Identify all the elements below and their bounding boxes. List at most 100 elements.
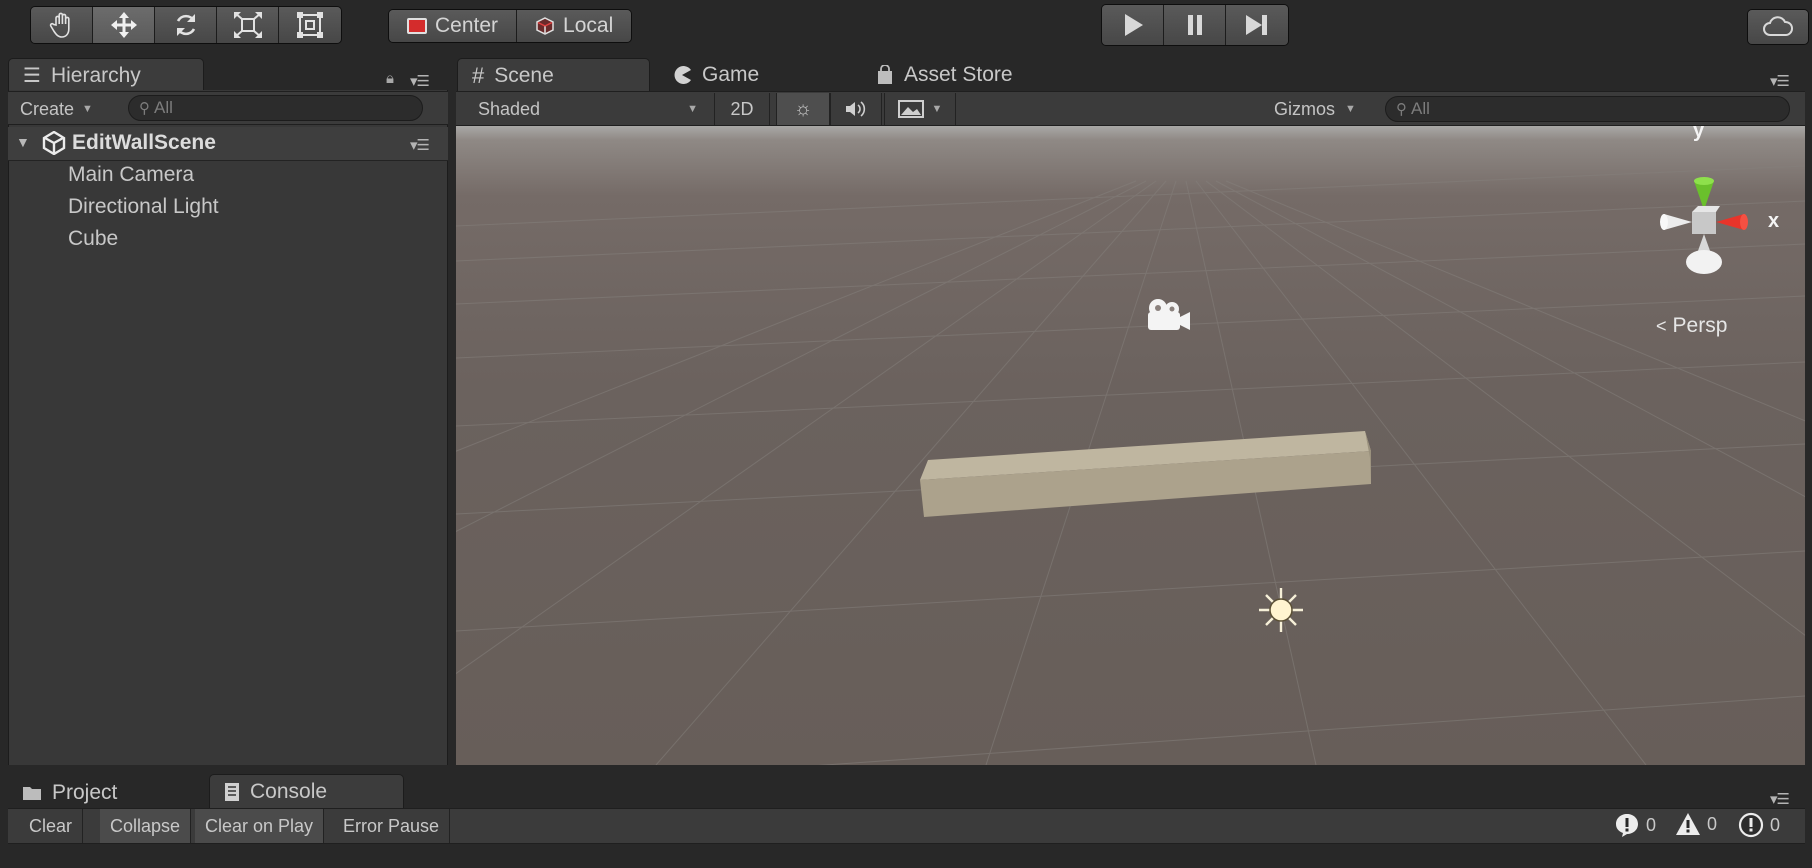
gizmos-label: Gizmos — [1274, 98, 1336, 119]
hierarchy-search-input[interactable]: ⚲ All — [128, 95, 423, 121]
info-count-toggle[interactable]: 0 — [1614, 812, 1656, 838]
tab-game[interactable]: Game — [658, 58, 858, 92]
error-icon — [1738, 812, 1764, 838]
tab-hierarchy[interactable]: ☰ Hierarchy — [8, 58, 204, 92]
clear-on-play-button[interactable]: Clear on Play — [195, 809, 325, 843]
folder-icon — [23, 787, 41, 800]
gizmo-axis-y-label: y — [1693, 126, 1705, 142]
store-bag-icon — [878, 65, 892, 84]
orientation-gizmo[interactable] — [1660, 177, 1748, 274]
transform-tools — [30, 6, 342, 44]
scene-panel-menu-icon[interactable]: ▾☰ — [1770, 72, 1790, 90]
move-arrows-icon — [110, 12, 137, 38]
scale-icon — [233, 12, 262, 38]
tab-console[interactable]: Console — [209, 774, 404, 808]
pause-button[interactable] — [1164, 5, 1226, 45]
rect-transform-icon — [297, 12, 323, 38]
speaker-icon — [846, 101, 866, 117]
search-placeholder: All — [154, 98, 173, 117]
hand-icon — [49, 12, 70, 38]
tab-asset-store-label: Asset Store — [904, 63, 1013, 86]
chevron-down-icon: ▼ — [82, 103, 93, 115]
tab-scene[interactable]: # Scene — [457, 58, 650, 92]
scene-menu-icon[interactable]: ▾☰ — [410, 136, 430, 154]
scene-name: EditWallScene — [72, 131, 216, 154]
play-icon — [1124, 14, 1143, 36]
chevron-down-icon: ▼ — [931, 103, 943, 115]
pacman-icon — [674, 66, 691, 84]
tab-project-label: Project — [52, 781, 118, 804]
cloud-button[interactable] — [1748, 10, 1808, 44]
search-placeholder: All — [1411, 99, 1430, 118]
warning-count-toggle[interactable]: 0 — [1675, 812, 1717, 836]
search-icon: ⚲ — [139, 100, 150, 117]
pivot-center-button[interactable]: Center — [389, 10, 518, 42]
main-toolbar: Center Local — [0, 0, 1812, 56]
camera-gizmo-icon[interactable] — [1148, 299, 1190, 330]
create-dropdown[interactable]: Create ▼ — [20, 96, 93, 122]
sun-icon: ☼ — [793, 97, 813, 120]
lock-icon[interactable]: 🔒︎ — [386, 70, 394, 87]
hierarchy-panel — [8, 90, 448, 765]
expand-triangle-icon[interactable]: ▼ — [16, 134, 30, 150]
grid-icon: # — [472, 62, 485, 88]
pivot-toggles: Center Local — [388, 9, 633, 43]
perspective-icon: < — [1656, 315, 1667, 336]
gizmo-axis-x-label: x — [1768, 210, 1780, 232]
info-icon — [1616, 814, 1638, 837]
list-icon: ☰ — [23, 65, 41, 87]
warning-count: 0 — [1707, 813, 1718, 834]
rect-tool-button[interactable] — [279, 7, 341, 43]
tab-project[interactable]: Project — [8, 776, 204, 810]
hand-tool-button[interactable] — [31, 7, 93, 43]
pivot-center-label: Center — [435, 14, 499, 37]
error-count-toggle[interactable]: 0 — [1738, 812, 1780, 838]
error-count: 0 — [1770, 814, 1781, 835]
projection-label: Persp — [1672, 314, 1728, 337]
play-button[interactable] — [1102, 5, 1164, 45]
image-effects-icon — [897, 100, 924, 118]
hierarchy-item-main-camera[interactable]: Main Camera — [68, 163, 194, 187]
info-count: 0 — [1646, 814, 1657, 835]
tab-asset-store[interactable]: Asset Store — [862, 58, 1082, 92]
clear-button[interactable]: Clear — [19, 809, 84, 843]
pause-icon — [1187, 15, 1202, 35]
audio-toggle-button[interactable] — [830, 93, 882, 125]
tab-console-label: Console — [250, 779, 328, 803]
scene-viewport[interactable]: y x < Persp — [456, 126, 1805, 765]
rotate-tool-button[interactable] — [155, 7, 217, 43]
console-menu-icon[interactable]: ▾☰ — [1770, 790, 1790, 808]
cloud-group — [1747, 9, 1809, 45]
hierarchy-item-cube[interactable]: Cube — [68, 227, 118, 251]
effects-dropdown-button[interactable]: ▼ — [884, 93, 956, 125]
scene-search-input[interactable]: ⚲ All — [1385, 96, 1790, 122]
move-tool-button[interactable] — [93, 7, 155, 43]
tab-hierarchy-label: Hierarchy — [50, 63, 141, 87]
cube-object[interactable] — [920, 431, 1371, 517]
unity-logo-icon — [42, 131, 66, 155]
step-icon — [1246, 15, 1267, 35]
projection-toggle[interactable]: < Persp — [1656, 314, 1727, 338]
chevron-down-icon: ▼ — [687, 103, 698, 115]
lighting-toggle-button[interactable]: ☼ — [776, 93, 830, 125]
scale-tool-button[interactable] — [217, 7, 279, 43]
hierarchy-menu-icon[interactable]: ▾☰ — [410, 72, 430, 90]
chevron-down-icon: ▼ — [1345, 103, 1356, 115]
pivot-local-button[interactable]: Local — [517, 10, 632, 42]
create-label: Create — [20, 98, 75, 119]
step-button[interactable] — [1226, 5, 1288, 45]
warning-icon — [1676, 813, 1700, 835]
console-icon — [225, 782, 239, 801]
hierarchy-item-directional-light[interactable]: Directional Light — [68, 195, 219, 219]
error-pause-button[interactable]: Error Pause — [333, 809, 451, 843]
shading-mode-label: Shaded — [478, 98, 541, 119]
pivot-local-label: Local — [563, 14, 614, 37]
2d-toggle-button[interactable]: 2D — [714, 93, 770, 125]
search-icon: ⚲ — [1396, 101, 1407, 118]
directional-light-gizmo-icon[interactable] — [1259, 588, 1303, 632]
collapse-button[interactable]: Collapse — [100, 809, 192, 843]
gizmos-dropdown[interactable]: Gizmos ▼ — [1266, 93, 1366, 125]
pivot-center-icon — [407, 18, 427, 34]
shading-mode-dropdown[interactable]: Shaded ▼ — [466, 93, 706, 125]
rotate-icon — [176, 14, 195, 36]
